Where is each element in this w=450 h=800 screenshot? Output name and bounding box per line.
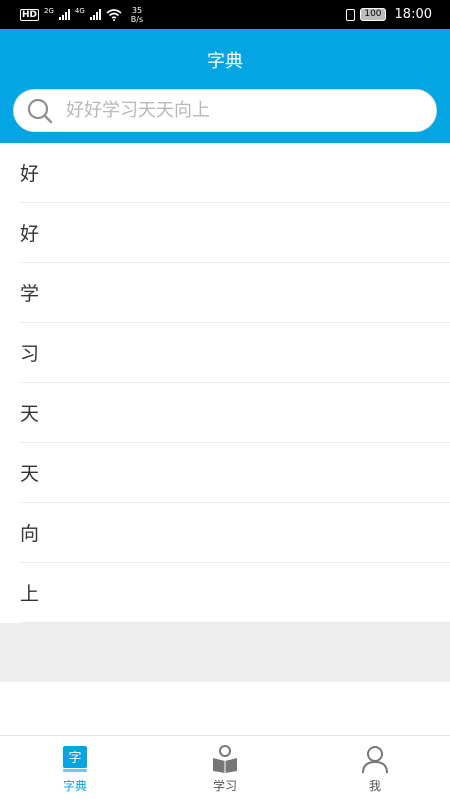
list-item[interactable]: 好	[20, 143, 450, 203]
list-item[interactable]: 好	[20, 203, 450, 263]
network-type-1: 2G	[44, 6, 54, 15]
list-item[interactable]: 学	[20, 263, 450, 323]
clock: 18:00	[394, 7, 432, 22]
list-item-char: 上	[20, 583, 40, 605]
list-footer-spacer	[0, 623, 450, 682]
nav-item-dictionary[interactable]: 字 字典	[0, 736, 150, 800]
bottom-nav: 字 字典 学习 我	[0, 735, 450, 800]
network-speed: 35 B/s	[131, 6, 143, 24]
nav-label-me: 我	[368, 779, 381, 793]
list-item-char: 好	[20, 223, 40, 245]
list-item-char: 天	[20, 403, 40, 425]
list-item[interactable]: 天	[20, 383, 450, 443]
nav-label-study: 学习	[212, 779, 237, 793]
dictionary-icon: 字	[63, 746, 87, 772]
dictionary-icon-char: 字	[68, 751, 81, 766]
wifi-icon	[106, 8, 122, 21]
hd-indicator: HD	[20, 8, 40, 21]
status-right: 100 18:00	[346, 7, 432, 22]
signal-icon-2	[89, 9, 101, 20]
nav-item-study[interactable]: 学习	[150, 736, 300, 800]
vibrate-icon	[346, 8, 356, 21]
character-list: 好 好 学 习 天 天 向 上	[0, 143, 450, 623]
list-item-char: 好	[20, 163, 40, 185]
list-item[interactable]: 天	[20, 443, 450, 503]
nav-label-dictionary: 字典	[62, 779, 87, 793]
study-icon	[213, 745, 237, 773]
list-item-char: 向	[20, 523, 40, 545]
search-icon	[27, 98, 53, 123]
status-bar: HD 2G 4G 35 B/s 100 18:00	[0, 0, 450, 29]
speed-value: 35	[131, 5, 143, 15]
list-item[interactable]: 习	[20, 323, 450, 383]
nav-item-me[interactable]: 我	[300, 736, 450, 800]
page-title: 字典	[207, 51, 243, 72]
search-bar[interactable]	[13, 89, 437, 132]
network-type-2: 4G	[74, 6, 85, 15]
list-item[interactable]: 向	[20, 503, 450, 563]
header: 字典	[0, 29, 450, 143]
speed-unit: B/s	[130, 14, 144, 24]
search-input[interactable]	[66, 100, 406, 121]
list-item-char: 习	[20, 343, 40, 365]
signal-icon	[58, 9, 70, 20]
list-item[interactable]: 上	[20, 563, 450, 623]
battery-icon: 100	[360, 8, 386, 21]
status-left: HD 2G 4G 35 B/s	[20, 6, 143, 24]
list-item-char: 天	[20, 463, 40, 485]
person-icon	[362, 746, 388, 774]
list-item-char: 学	[20, 283, 40, 305]
